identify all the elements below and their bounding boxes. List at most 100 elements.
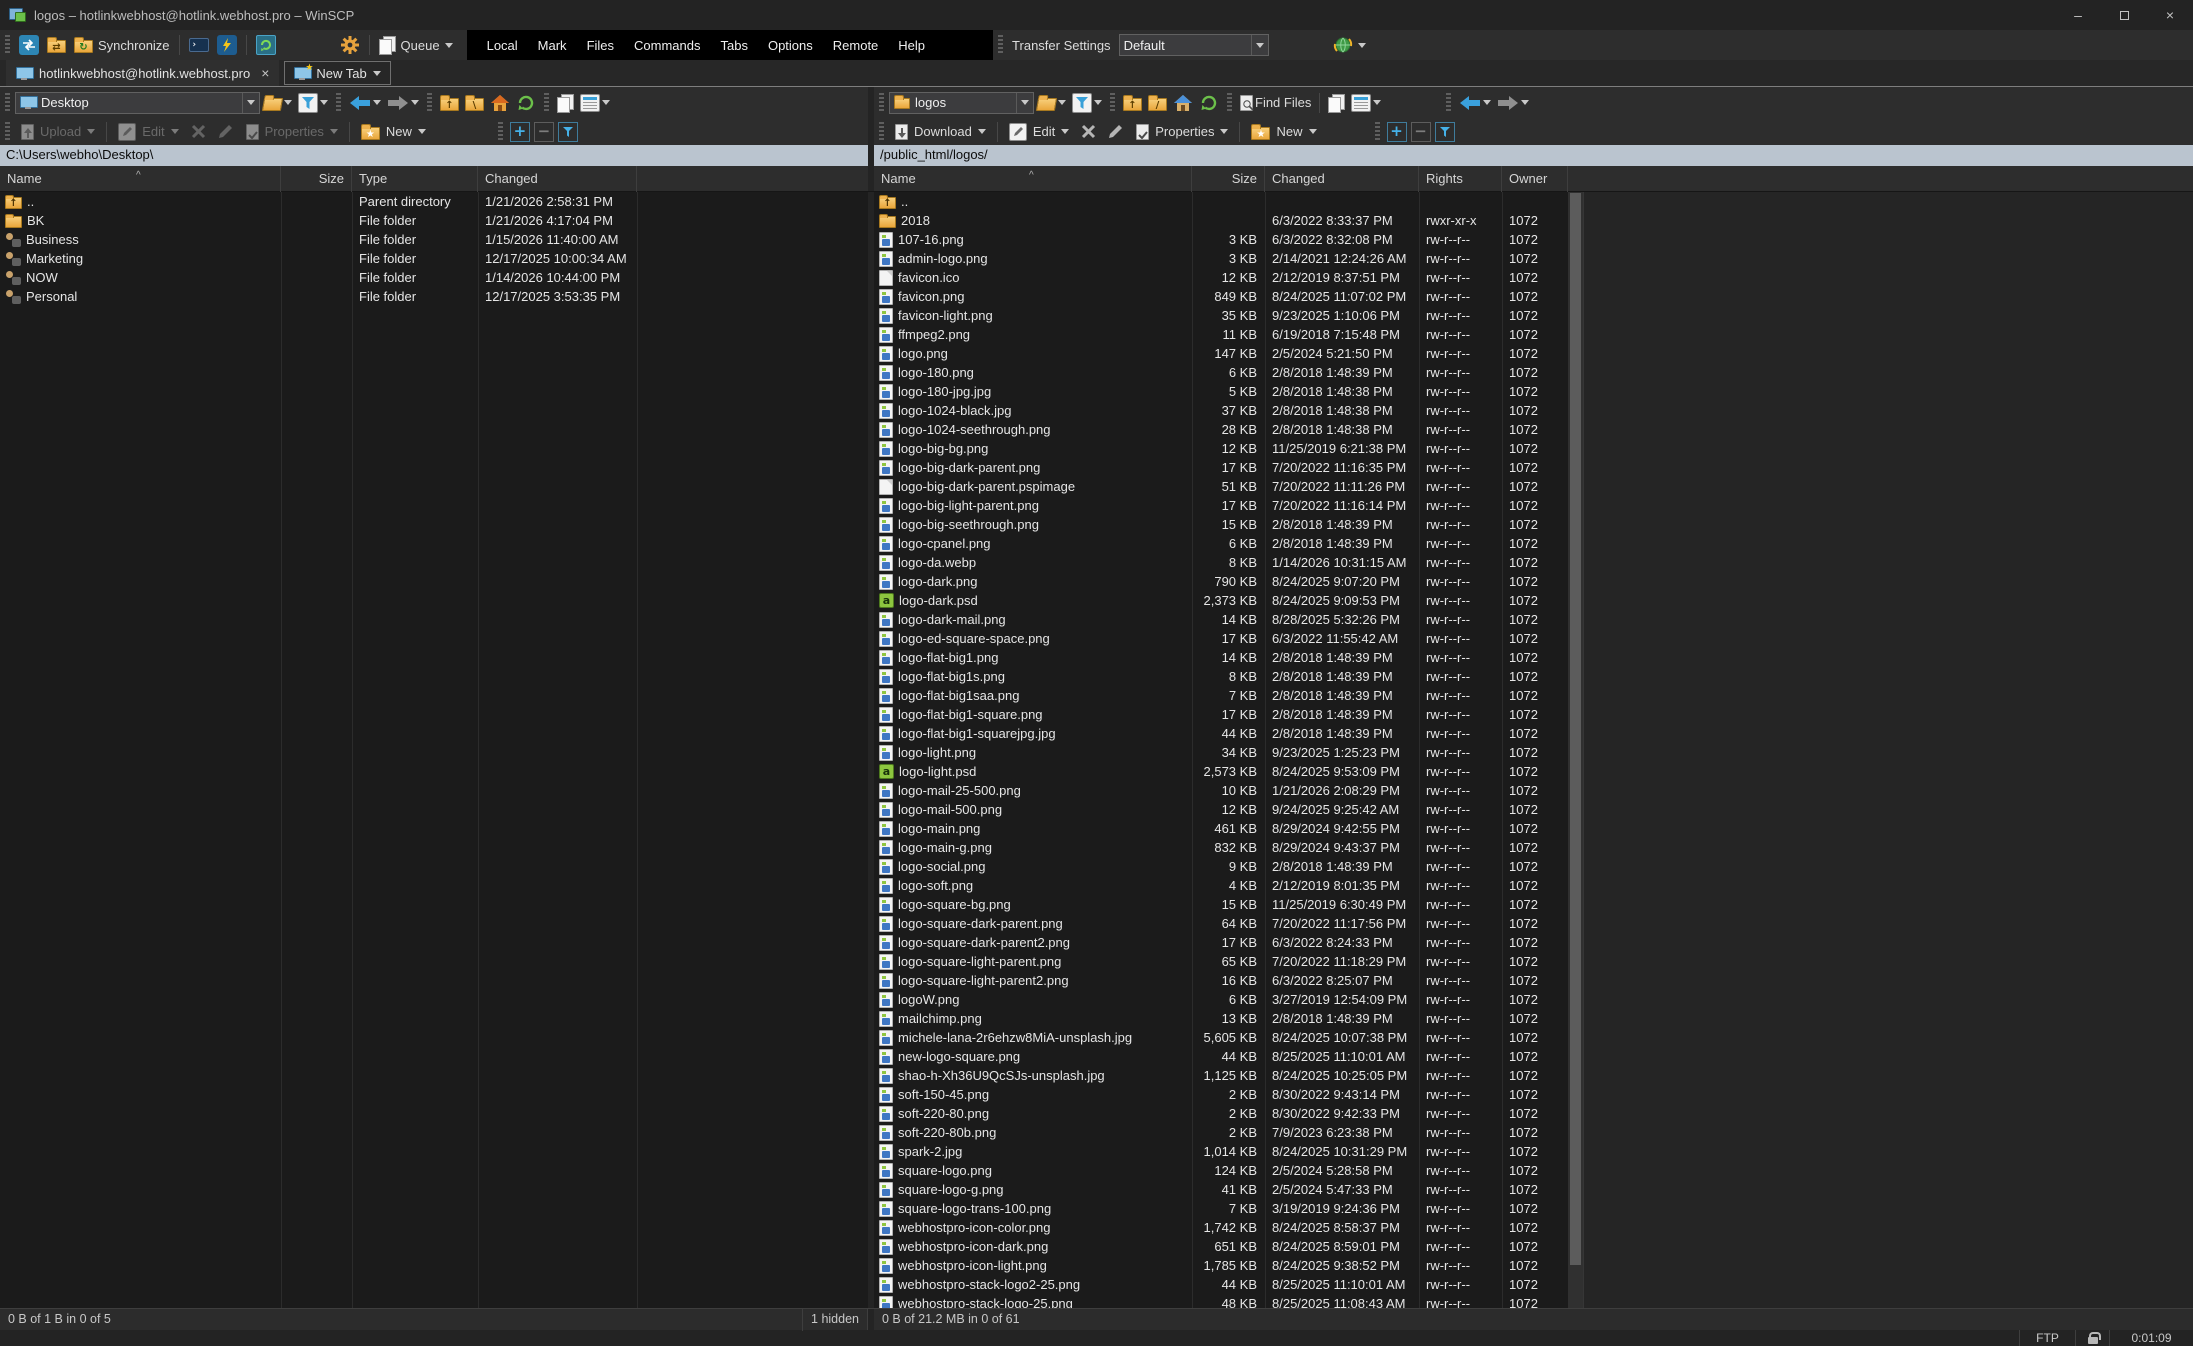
file-row[interactable]: square-logo-trans-100.png 7 KB 3/19/2019… xyxy=(874,1199,1568,1218)
refresh-panels-button[interactable] xyxy=(252,32,280,58)
view-details-button[interactable] xyxy=(1348,91,1384,115)
remote-path-bar[interactable]: /public_html/logos/ xyxy=(874,145,2193,166)
column-header-rights[interactable]: Rights xyxy=(1419,166,1502,192)
edit-button[interactable]: Edit xyxy=(112,120,184,144)
file-row[interactable]: logo-dark.png 790 KB 8/24/2025 9:07:20 P… xyxy=(874,572,1568,591)
new-tab-button[interactable]: ★ New Tab xyxy=(284,61,390,85)
file-row[interactable]: logo-square-dark-parent.png 64 KB 7/20/2… xyxy=(874,914,1568,933)
delete-button[interactable] xyxy=(185,120,212,144)
remote-directory-select[interactable]: logos xyxy=(889,92,1034,114)
file-row[interactable]: admin-logo.png 3 KB 2/14/2021 12:24:26 A… xyxy=(874,249,1568,268)
column-header-name[interactable]: Name ^ xyxy=(874,166,1192,192)
file-row[interactable]: square-logo.png 124 KB 2/5/2024 5:28:58 … xyxy=(874,1161,1568,1180)
maximize-button[interactable] xyxy=(2101,0,2147,30)
upload-button[interactable]: Upload xyxy=(15,120,101,144)
selection-filter-button[interactable] xyxy=(556,120,580,144)
file-row[interactable]: logo-big-light-parent.png 17 KB 7/20/202… xyxy=(874,496,1568,515)
file-row[interactable]: favicon.ico 12 KB 2/12/2019 8:37:51 PM r… xyxy=(874,268,1568,287)
toolbar-grip[interactable] xyxy=(1227,93,1232,113)
file-row[interactable]: logo-big-dark-parent.pspimage 51 KB 7/20… xyxy=(874,477,1568,496)
file-row[interactable]: logo-180.png 6 KB 2/8/2018 1:48:39 PM rw… xyxy=(874,363,1568,382)
file-row[interactable]: logo-da.webp 8 KB 1/14/2026 10:31:15 AM … xyxy=(874,553,1568,572)
session-tab[interactable]: hotlinkwebhost@hotlink.webhost.pro × xyxy=(6,60,279,86)
toolbar-grip[interactable] xyxy=(5,93,10,113)
refresh-button[interactable] xyxy=(1196,91,1222,115)
root-directory-button[interactable]: / xyxy=(1145,91,1170,115)
file-row[interactable]: logo-1024-black.jpg 37 KB 2/8/2018 1:48:… xyxy=(874,401,1568,420)
refresh-button[interactable] xyxy=(513,91,539,115)
toolbar-grip[interactable] xyxy=(427,93,432,113)
file-row[interactable]: favicon-light.png 35 KB 9/23/2025 1:10:0… xyxy=(874,306,1568,325)
find-files-button[interactable]: Find Files xyxy=(1237,91,1314,115)
menu-item[interactable]: Help xyxy=(888,38,935,53)
open-directory-button[interactable] xyxy=(260,91,295,115)
preferences-button[interactable] xyxy=(336,32,364,58)
local-drive-select[interactable]: Desktop xyxy=(15,92,260,114)
column-header-owner[interactable]: Owner xyxy=(1502,166,1568,192)
file-row[interactable]: soft-220-80.png 2 KB 8/30/2022 9:42:33 P… xyxy=(874,1104,1568,1123)
new-button[interactable]: ★ New xyxy=(1245,120,1322,144)
file-row[interactable]: webhostpro-stack-logo-25.png 48 KB 8/25/… xyxy=(874,1294,1568,1308)
file-row[interactable]: spark-2.jpg 1,014 KB 8/24/2025 10:31:29 … xyxy=(874,1142,1568,1161)
properties-button[interactable]: Properties xyxy=(1130,120,1234,144)
toolbar-grip[interactable] xyxy=(5,35,10,55)
column-header-changed[interactable]: Changed xyxy=(1265,166,1419,192)
file-row[interactable]: logo-mail-25-500.png 10 KB 1/21/2026 2:0… xyxy=(874,781,1568,800)
file-row[interactable]: logo-light.png 34 KB 9/23/2025 1:25:23 P… xyxy=(874,743,1568,762)
toolbar-grip[interactable] xyxy=(1110,93,1115,113)
toolbar-grip[interactable] xyxy=(544,93,549,113)
file-row[interactable]: logo-big-bg.png 12 KB 11/25/2019 6:21:38… xyxy=(874,439,1568,458)
file-row[interactable]: logo-big-dark-parent.png 17 KB 7/20/2022… xyxy=(874,458,1568,477)
file-row[interactable]: logo-square-bg.png 15 KB 11/25/2019 6:30… xyxy=(874,895,1568,914)
open-directory-button[interactable] xyxy=(1034,91,1069,115)
file-row[interactable]: logo.png 147 KB 2/5/2024 5:21:50 PM rw-r… xyxy=(874,344,1568,363)
file-row[interactable]: logo-flat-big1s.png 8 KB 2/8/2018 1:48:3… xyxy=(874,667,1568,686)
toolbar-grip[interactable] xyxy=(498,122,503,142)
menu-item[interactable]: Options xyxy=(758,38,823,53)
properties-button[interactable]: Properties xyxy=(240,120,344,144)
file-row[interactable]: logo-square-light-parent2.png 16 KB 6/3/… xyxy=(874,971,1568,990)
sync-browsing-button[interactable]: ⇄ xyxy=(43,32,70,58)
file-row[interactable]: Marketing File folder 12/17/2025 10:00:3… xyxy=(0,249,868,268)
file-row[interactable]: logo-social.png 9 KB 2/8/2018 1:48:39 PM… xyxy=(874,857,1568,876)
unselect-files-button[interactable]: − xyxy=(532,120,556,144)
menu-item[interactable]: Tabs xyxy=(710,38,757,53)
file-row[interactable]: soft-150-45.png 2 KB 8/30/2022 9:43:14 P… xyxy=(874,1085,1568,1104)
toolbar-grip[interactable] xyxy=(998,35,1003,55)
root-directory-button[interactable]: \ xyxy=(462,91,487,115)
file-row[interactable]: NOW File folder 1/14/2026 10:44:00 PM xyxy=(0,268,868,287)
file-row[interactable]: logo-main-g.png 832 KB 8/29/2024 9:43:37… xyxy=(874,838,1568,857)
transfer-settings-select[interactable]: Default xyxy=(1119,34,1269,56)
close-button[interactable]: × xyxy=(2147,0,2193,30)
menu-item[interactable]: Local xyxy=(477,38,528,53)
rename-button[interactable] xyxy=(1102,120,1130,144)
menu-item[interactable]: Commands xyxy=(624,38,710,53)
column-header-size[interactable]: Size xyxy=(281,166,352,192)
file-row[interactable]: Personal File folder 12/17/2025 3:53:35 … xyxy=(0,287,868,306)
back-button[interactable] xyxy=(1456,91,1494,115)
column-header-changed[interactable]: Changed xyxy=(478,166,637,192)
file-row[interactable]: webhostpro-icon-color.png 1,742 KB 8/24/… xyxy=(874,1218,1568,1237)
file-row[interactable]: logo-square-dark-parent2.png 17 KB 6/3/2… xyxy=(874,933,1568,952)
copy-path-button[interactable] xyxy=(1325,91,1348,115)
vertical-scrollbar[interactable] xyxy=(1568,192,1583,1308)
menu-item[interactable]: Remote xyxy=(823,38,889,53)
new-button[interactable]: ★ New xyxy=(355,120,432,144)
toolbar-grip[interactable] xyxy=(1375,122,1380,142)
file-row[interactable]: logo-dark.psd 2,373 KB 8/24/2025 9:09:53… xyxy=(874,591,1568,610)
toolbar-grip[interactable] xyxy=(879,93,884,113)
file-row[interactable]: webhostpro-icon-dark.png 651 KB 8/24/202… xyxy=(874,1237,1568,1256)
file-row[interactable]: .. xyxy=(874,192,1568,211)
file-row[interactable]: logo-light.psd 2,573 KB 8/24/2025 9:53:0… xyxy=(874,762,1568,781)
file-row[interactable]: logoW.png 6 KB 3/27/2019 12:54:09 PM rw-… xyxy=(874,990,1568,1009)
file-row[interactable]: .. Parent directory 1/21/2026 2:58:31 PM xyxy=(0,192,868,211)
filter-button[interactable] xyxy=(295,91,331,115)
rename-button[interactable] xyxy=(212,120,240,144)
menu-item[interactable]: Files xyxy=(577,38,624,53)
file-row[interactable]: new-logo-square.png 44 KB 8/25/2025 11:1… xyxy=(874,1047,1568,1066)
menu-item[interactable]: Mark xyxy=(528,38,577,53)
file-row[interactable]: logo-flat-big1-square.png 17 KB 2/8/2018… xyxy=(874,705,1568,724)
toolbar-grip[interactable] xyxy=(336,93,341,113)
toolbar-grip[interactable] xyxy=(879,122,884,142)
file-row[interactable]: logo-cpanel.png 6 KB 2/8/2018 1:48:39 PM… xyxy=(874,534,1568,553)
